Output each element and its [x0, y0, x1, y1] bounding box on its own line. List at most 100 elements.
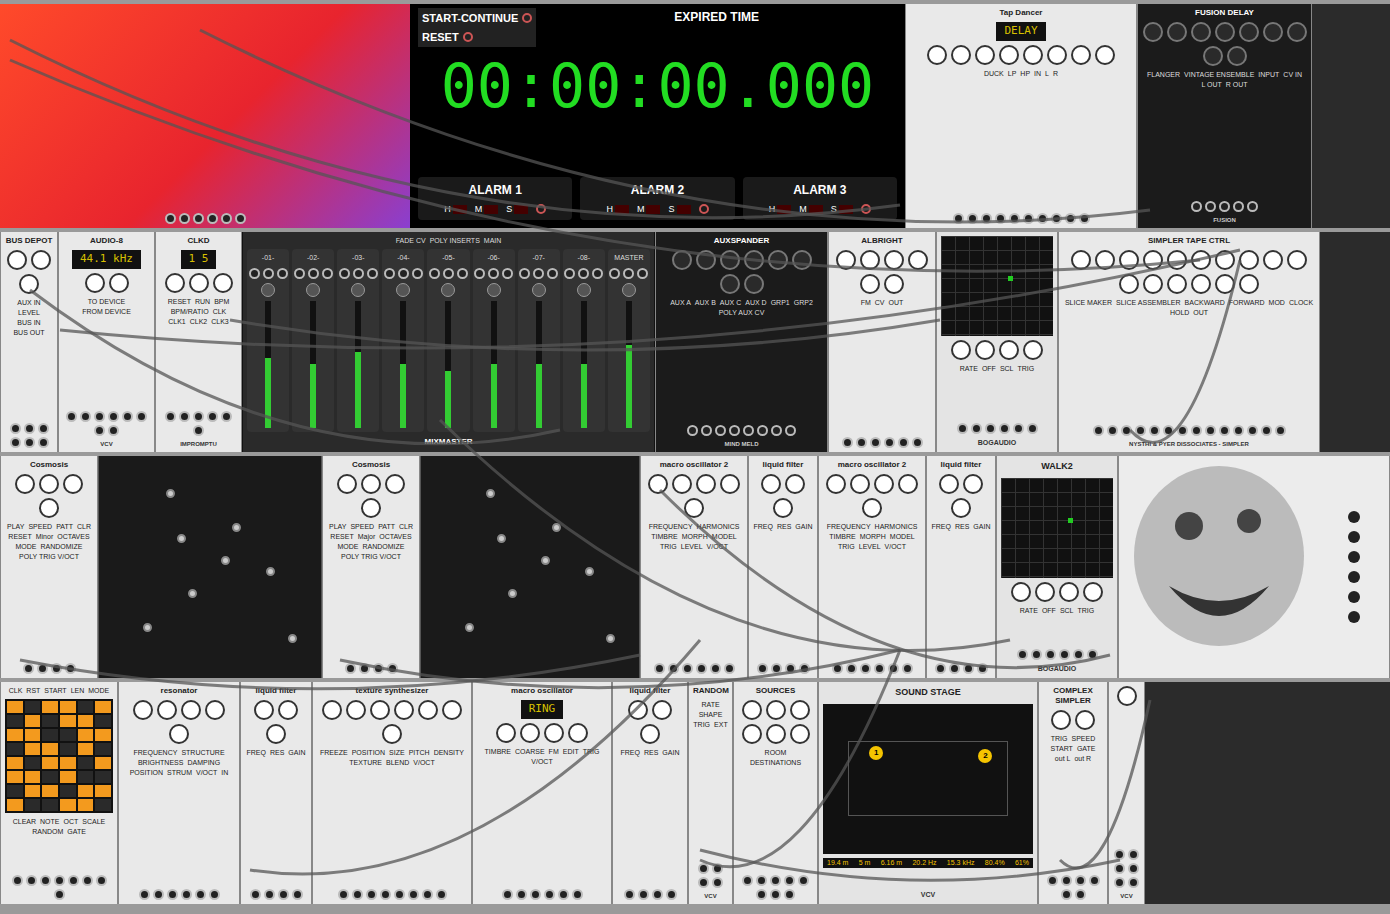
- jack[interactable]: [1205, 201, 1216, 212]
- jack[interactable]: [278, 889, 289, 900]
- step-cell[interactable]: [7, 785, 23, 797]
- knob[interactable]: [951, 340, 971, 360]
- jack[interactable]: [108, 425, 119, 436]
- jack[interactable]: [68, 875, 79, 886]
- jack[interactable]: [1247, 425, 1258, 436]
- jack[interactable]: [1027, 423, 1038, 434]
- knob[interactable]: [939, 474, 959, 494]
- knob[interactable]: [1095, 45, 1115, 65]
- timer-button[interactable]: [463, 32, 473, 42]
- knob[interactable]: [85, 273, 105, 293]
- jack[interactable]: [94, 411, 105, 422]
- jack[interactable]: [167, 889, 178, 900]
- scope-module[interactable]: WALK2RATEOFFSCLTRIGBOGAUDIO: [996, 456, 1118, 678]
- jack[interactable]: [1114, 863, 1125, 874]
- knob[interactable]: [773, 498, 793, 518]
- jack[interactable]: [544, 889, 555, 900]
- patch-cable[interactable]: [700, 850, 1120, 880]
- step-cell[interactable]: [60, 799, 76, 811]
- module[interactable]: AUXSPANDERAUX AAUX BAUX CAUX DGRP1GRP2PO…: [655, 232, 828, 452]
- jack[interactable]: [912, 437, 923, 448]
- knob[interactable]: [742, 724, 762, 744]
- knob[interactable]: [39, 498, 59, 518]
- step-cell[interactable]: [60, 729, 76, 741]
- jack[interactable]: [1065, 213, 1076, 224]
- mixer-module[interactable]: FADE CVPOLY INSERTSMAIN-01--02--03--04--…: [242, 232, 655, 452]
- knob[interactable]: [1239, 22, 1259, 42]
- knob[interactable]: [766, 724, 786, 744]
- jack[interactable]: [842, 437, 853, 448]
- knob[interactable]: [836, 250, 856, 270]
- patch-cable[interactable]: [1130, 260, 1240, 442]
- jack[interactable]: [1233, 425, 1244, 436]
- knob[interactable]: [15, 474, 35, 494]
- jack[interactable]: [637, 268, 648, 279]
- knob[interactable]: [672, 474, 692, 494]
- step-cell[interactable]: [78, 729, 94, 741]
- step-cell[interactable]: [78, 715, 94, 727]
- step-cell[interactable]: [25, 701, 41, 713]
- knob[interactable]: [792, 250, 812, 270]
- knob[interactable]: [442, 700, 462, 720]
- knob[interactable]: [951, 498, 971, 518]
- module[interactable]: liquid filterFREQRESGAIN: [748, 456, 818, 678]
- step-cell[interactable]: [78, 785, 94, 797]
- knob[interactable]: [963, 474, 983, 494]
- jack[interactable]: [902, 663, 913, 674]
- knob[interactable]: [133, 700, 153, 720]
- jack[interactable]: [530, 889, 541, 900]
- jack[interactable]: [710, 663, 721, 674]
- timer-module[interactable]: START-CONTINUERESETEXPIRED TIME00:00:00.…: [410, 4, 905, 228]
- jack[interactable]: [1023, 213, 1034, 224]
- knob[interactable]: [1191, 250, 1211, 270]
- sound-stage-module[interactable]: SOUND STAGE1219.4 m5 m6.16 m20.2 Hz15.3 …: [818, 682, 1038, 904]
- jack[interactable]: [592, 268, 603, 279]
- knob[interactable]: [874, 474, 894, 494]
- jack[interactable]: [221, 213, 232, 224]
- knob[interactable]: [205, 700, 225, 720]
- jack[interactable]: [1219, 201, 1230, 212]
- knob[interactable]: [181, 700, 201, 720]
- jack[interactable]: [24, 437, 35, 448]
- jack[interactable]: [572, 889, 583, 900]
- step-cell[interactable]: [7, 701, 23, 713]
- knob[interactable]: [884, 274, 904, 294]
- step-cell[interactable]: [25, 729, 41, 741]
- knob[interactable]: [862, 498, 882, 518]
- jack[interactable]: [874, 663, 885, 674]
- step-cell[interactable]: [42, 799, 58, 811]
- jack[interactable]: [249, 268, 260, 279]
- jack[interactable]: [1163, 425, 1174, 436]
- knob[interactable]: [684, 498, 704, 518]
- jack[interactable]: [638, 889, 649, 900]
- knob[interactable]: [1119, 250, 1139, 270]
- jack[interactable]: [1191, 201, 1202, 212]
- jack[interactable]: [935, 663, 946, 674]
- jack[interactable]: [963, 663, 974, 674]
- jack[interactable]: [352, 889, 363, 900]
- step-cell[interactable]: [42, 701, 58, 713]
- knob[interactable]: [385, 474, 405, 494]
- jack[interactable]: [10, 423, 21, 434]
- knob[interactable]: [999, 340, 1019, 360]
- jack[interactable]: [578, 268, 589, 279]
- step-cell[interactable]: [78, 757, 94, 769]
- module[interactable]: AUDIO-844.1 kHzTO DEVICEFROM DEVICEVCV: [58, 232, 155, 452]
- jack[interactable]: [1114, 849, 1125, 860]
- knob[interactable]: [785, 474, 805, 494]
- knob[interactable]: [1215, 22, 1235, 42]
- jack[interactable]: [1051, 213, 1062, 224]
- jack[interactable]: [1075, 875, 1086, 886]
- step-cell[interactable]: [25, 771, 41, 783]
- module[interactable]: liquid filterFREQRESGAIN: [612, 682, 688, 904]
- fader[interactable]: [310, 301, 316, 429]
- knob[interactable]: [1051, 710, 1071, 730]
- jack[interactable]: [250, 889, 261, 900]
- knob[interactable]: [790, 700, 810, 720]
- jack[interactable]: [387, 663, 398, 674]
- patch-cable[interactable]: [230, 320, 940, 350]
- jack[interactable]: [884, 437, 895, 448]
- jack[interactable]: [1073, 649, 1084, 660]
- jack[interactable]: [729, 425, 740, 436]
- patch-cable[interactable]: [440, 420, 1010, 651]
